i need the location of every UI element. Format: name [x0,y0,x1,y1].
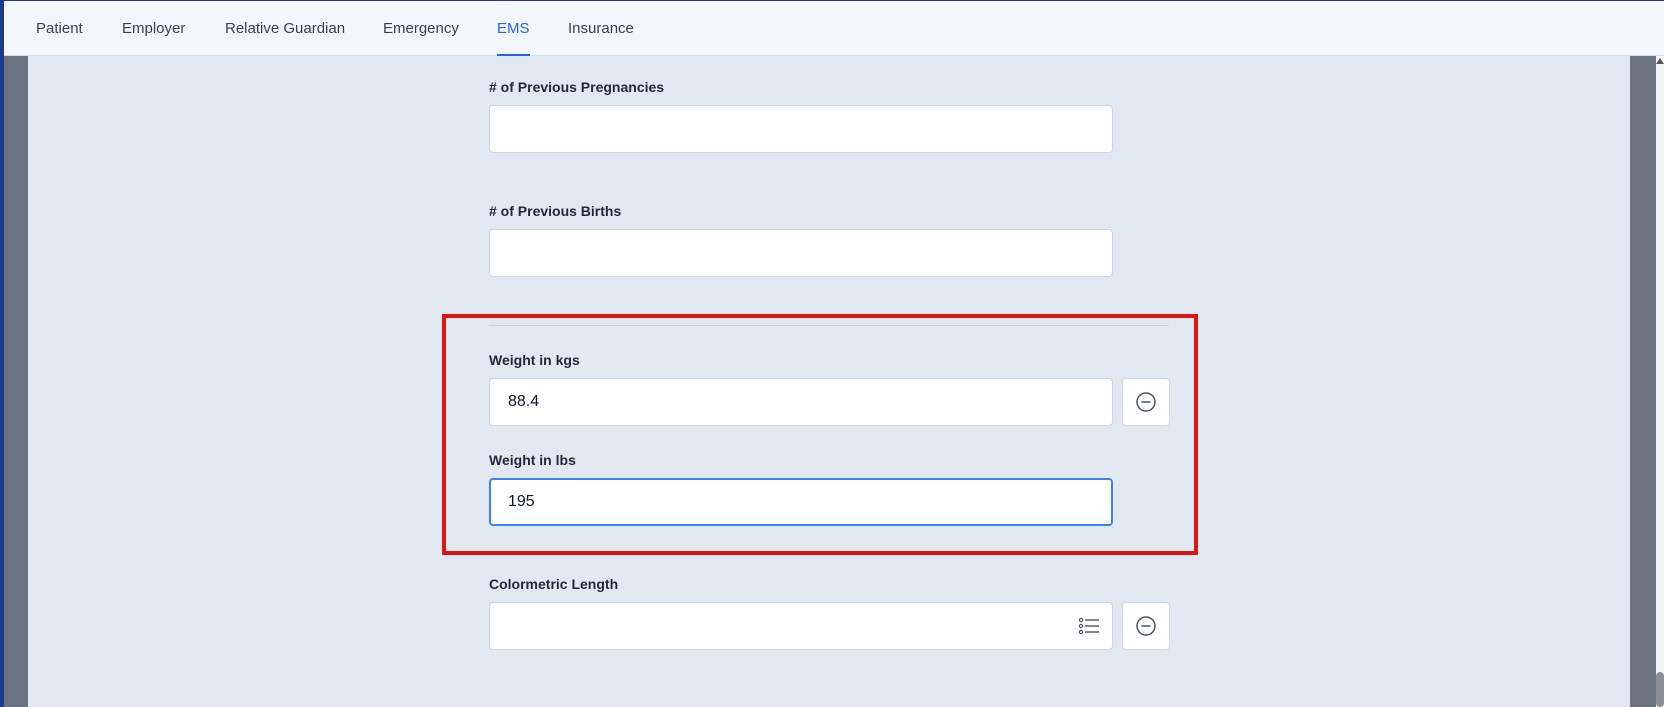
app-window: Patient Employer Relative Guardian Emerg… [0,0,1664,707]
weight-kgs-input[interactable] [489,378,1113,426]
scrollbar-thumb[interactable] [1656,672,1664,707]
weight-lbs-label: Weight in lbs [489,452,576,468]
weight-lbs-input[interactable] [489,478,1113,526]
previous-pregnancies-input[interactable] [489,105,1113,153]
minus-circle-icon [1136,392,1156,412]
right-gutter [1630,56,1656,707]
weight-kgs-label: Weight in kgs [489,352,580,368]
tab-emergency[interactable]: Emergency [383,1,459,56]
previous-pregnancies-label: # of Previous Pregnancies [489,79,665,95]
scroll-up-arrow-icon[interactable] [1656,58,1664,64]
previous-births-input[interactable] [489,229,1113,277]
remove-colormetric-length-button[interactable] [1122,602,1170,650]
tab-relative-guardian[interactable]: Relative Guardian [225,1,345,56]
section-divider [489,325,1169,326]
tab-insurance[interactable]: Insurance [568,1,634,56]
colormetric-length-input[interactable] [489,602,1113,650]
vertical-scrollbar[interactable] [1656,56,1664,707]
list-icon[interactable] [1078,616,1100,636]
minus-circle-icon [1136,616,1156,636]
left-gutter [4,56,28,707]
previous-births-label: # of Previous Births [489,203,622,219]
tab-bar: Patient Employer Relative Guardian Emerg… [4,1,1664,56]
tab-ems[interactable]: EMS [497,1,530,56]
tab-employer[interactable]: Employer [122,1,185,56]
colormetric-length-label: Colormetric Length [489,576,619,592]
remove-weight-button[interactable] [1122,378,1170,426]
tab-patient[interactable]: Patient [36,1,83,56]
